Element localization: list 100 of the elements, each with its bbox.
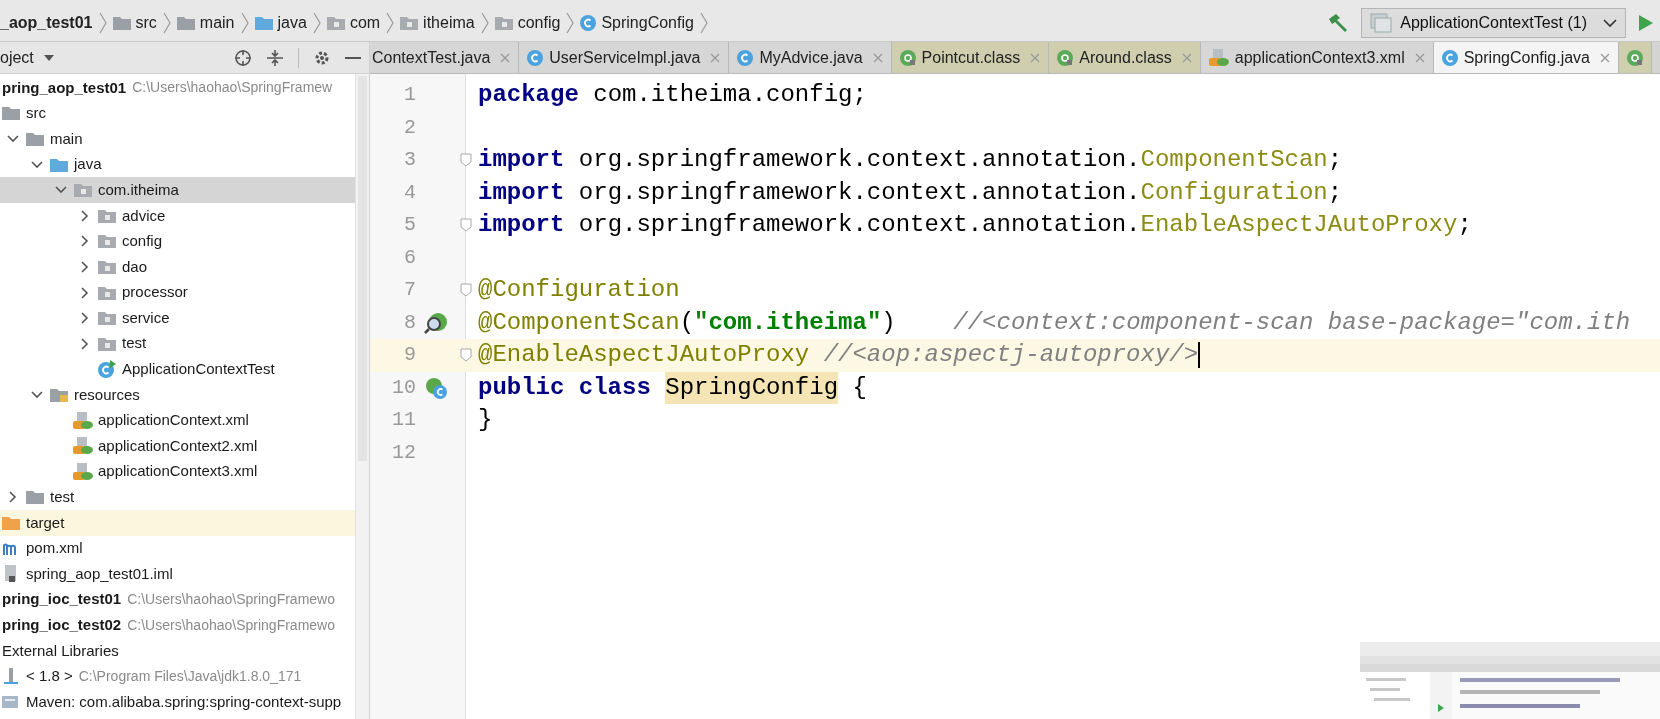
code-line: public class SpringConfig { xyxy=(478,371,867,404)
tree-item[interactable]: resources xyxy=(74,383,140,407)
breadcrumb-item[interactable]: config xyxy=(494,10,561,35)
package-icon xyxy=(326,15,345,30)
annotation-icon xyxy=(1057,49,1074,66)
folder-icon xyxy=(26,490,44,505)
tree-item[interactable]: pring_ioc_test01 xyxy=(2,588,122,611)
chevron-down-icon xyxy=(1603,17,1617,28)
tree-item[interactable]: src xyxy=(26,102,46,125)
separator-icon xyxy=(699,11,708,34)
breadcrumb-item[interactable]: SpringConfig xyxy=(580,10,694,35)
breadcrumb-item[interactable]: itheima xyxy=(400,10,475,35)
run-configuration-dropdown[interactable]: ApplicationContextTest (1) xyxy=(1361,7,1626,38)
hammer-icon xyxy=(1327,12,1350,33)
code-line: import org.springframework.context.annotation.ComponentScan; xyxy=(478,145,1343,176)
folder-icon xyxy=(2,515,20,530)
tree-item[interactable]: pring_ioc_test02 xyxy=(2,614,122,637)
tree-item[interactable]: dao xyxy=(122,255,148,279)
project-view-dropdown[interactable]: oject xyxy=(0,45,54,70)
tree-item[interactable]: main xyxy=(50,127,83,151)
code-line: @ComponentScan("com.itheima") //<context:component-scan base-package="com.ith xyxy=(478,307,1631,338)
close-icon xyxy=(872,52,883,63)
line-number: 10 xyxy=(391,374,416,401)
breadcrumb-item[interactable]: _aop_test01 xyxy=(0,10,93,35)
package-icon xyxy=(98,208,116,223)
close-icon xyxy=(500,52,511,63)
tree-item[interactable]: config xyxy=(122,230,163,253)
tree-item[interactable]: processor xyxy=(122,281,188,304)
tree-item[interactable]: target xyxy=(26,511,65,535)
tree-item[interactable]: test xyxy=(50,486,75,509)
annotation-icon xyxy=(899,49,916,66)
tree-item[interactable]: advice xyxy=(122,204,166,227)
module-file-icon xyxy=(3,565,19,584)
window-icon xyxy=(1370,12,1393,33)
breadcrumb-item[interactable]: main xyxy=(176,10,235,35)
editor-tab[interactable]: Around.class xyxy=(1049,42,1201,73)
tree-row-highlight[interactable]: target xyxy=(0,510,355,536)
xml-file-icon xyxy=(73,411,93,430)
path-text: C:\Users\haohao\SpringFramewo xyxy=(127,590,335,610)
line-number: 11 xyxy=(391,407,416,434)
separator-icon xyxy=(480,11,489,34)
class-icon xyxy=(737,49,754,66)
tree-item[interactable]: < 1.8 > xyxy=(26,665,73,688)
line-number: 2 xyxy=(403,114,416,141)
separator-icon xyxy=(98,11,107,34)
tree-item[interactable]: applicationContext2.xml xyxy=(98,434,258,458)
editor-tab[interactable]: Pointcut.class xyxy=(891,42,1050,73)
folder-icon xyxy=(176,15,195,30)
bean-search-icon xyxy=(424,310,448,335)
bean-class-icon xyxy=(424,375,448,400)
collapse-icon xyxy=(266,48,284,67)
line-number: 7 xyxy=(403,277,416,304)
locate-icon xyxy=(234,48,252,67)
close-icon xyxy=(1600,52,1610,63)
class-icon xyxy=(98,360,116,379)
library-icon xyxy=(3,667,19,686)
line-number: 6 xyxy=(403,244,416,271)
tree-item[interactable]: pring_aop_test01 xyxy=(2,76,127,100)
line-number: 5 xyxy=(403,212,416,239)
package-icon xyxy=(74,183,92,198)
editor-tab[interactable]: SpringConfig.java xyxy=(1433,42,1619,73)
line-number: 12 xyxy=(391,439,416,466)
code-line: @Configuration xyxy=(478,275,680,306)
folder-icon xyxy=(2,106,20,121)
xml-file-icon xyxy=(73,437,93,456)
separator-icon xyxy=(312,11,321,34)
tree-item[interactable]: applicationContext3.xml xyxy=(98,460,258,483)
tree-item[interactable]: Maven: com.alibaba.spring:spring-context-supp xyxy=(26,690,342,714)
tree-item[interactable]: spring_aop_test01.iml xyxy=(26,562,173,586)
tree-item[interactable]: pom.xml xyxy=(26,537,83,560)
tree-item[interactable]: applicationContext.xml xyxy=(98,409,249,432)
tree-item[interactable]: External Libraries xyxy=(2,639,119,663)
path-text: C:\Program Files\Java\jdk1.8.0_171 xyxy=(78,666,302,686)
package-icon xyxy=(98,285,116,300)
annotation-icon xyxy=(1627,49,1643,66)
breadcrumb-item[interactable]: src xyxy=(112,10,157,35)
tree-item[interactable]: com.itheima xyxy=(98,178,179,202)
tree-item[interactable]: test xyxy=(122,332,147,355)
tree-item[interactable]: java xyxy=(74,153,102,176)
package-icon xyxy=(98,311,116,326)
close-icon xyxy=(1030,52,1041,63)
close-icon xyxy=(1181,52,1192,63)
breadcrumb-item[interactable]: com xyxy=(326,10,381,35)
editor-tab[interactable] xyxy=(1619,42,1652,73)
breadcrumb-item[interactable]: java xyxy=(254,10,307,35)
package-icon xyxy=(494,15,513,30)
tree-item[interactable]: service xyxy=(122,306,170,330)
run-icon xyxy=(1638,13,1654,32)
code-line: import org.springframework.context.annotation.Configuration; xyxy=(478,177,1343,208)
separator-icon xyxy=(240,11,249,34)
code-line: } xyxy=(478,405,493,436)
class-icon xyxy=(527,49,544,66)
line-number: 3 xyxy=(403,147,416,174)
tree-row-highlight[interactable]: com.itheima xyxy=(0,177,355,203)
separator-icon xyxy=(566,11,575,34)
editor-tab[interactable]: ContextTest.java xyxy=(370,42,520,73)
separator-icon xyxy=(162,11,171,34)
package-icon xyxy=(400,15,419,30)
folder-icon xyxy=(50,387,68,402)
tree-item[interactable]: ApplicationContextTest xyxy=(122,358,275,381)
